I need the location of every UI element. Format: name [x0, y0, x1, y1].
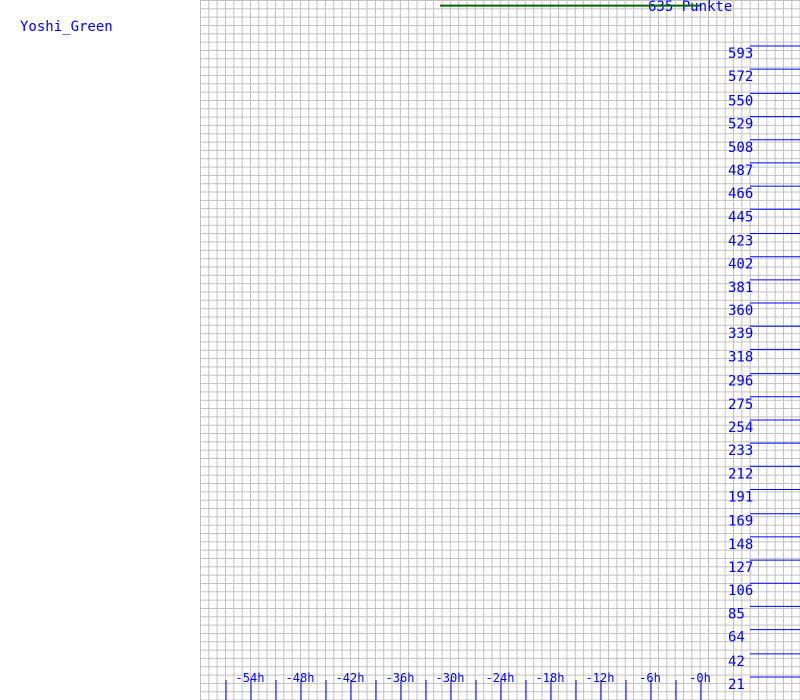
- points-chart: 635 Punkte 593 572 550 529 508 487 466 445 423 40…: [225, 0, 800, 700]
- y-tick-label: 339: [728, 326, 753, 342]
- y-tick-label: 85: [728, 606, 745, 622]
- y-tick-label: 508: [728, 140, 753, 156]
- x-tick-label: -6h: [639, 671, 661, 685]
- y-tick-label: 360: [728, 303, 753, 319]
- y-tick-label: 169: [728, 514, 753, 530]
- y-tick-label: 402: [728, 257, 753, 273]
- y-tick-label: 191: [728, 489, 753, 505]
- y-tick-label: 21: [728, 677, 745, 693]
- y-tick-label: 423: [728, 234, 753, 250]
- y-tick-label: 487: [728, 163, 753, 179]
- chart-title: 635 Punkte: [648, 0, 732, 15]
- x-tick-label: -18h: [536, 671, 565, 685]
- y-tick-label: 106: [728, 583, 753, 599]
- y-tick-label: 212: [728, 466, 753, 482]
- y-tick-label: 233: [728, 443, 753, 459]
- x-tick-label: -12h: [586, 671, 615, 685]
- y-tick-label: 42: [728, 654, 745, 670]
- y-tick-label: 148: [728, 537, 753, 553]
- y-tick-label: 529: [728, 117, 753, 133]
- y-tick-label: 275: [728, 397, 753, 413]
- y-tick-label: 318: [728, 349, 753, 365]
- y-tick-label: 254: [728, 420, 753, 436]
- y-tick-label: 127: [728, 560, 753, 576]
- x-tick-label: -0h: [689, 671, 711, 685]
- x-tick-label: -24h: [486, 671, 515, 685]
- x-tick-label: -42h: [336, 671, 365, 685]
- y-tick-label: 381: [728, 280, 753, 296]
- y-tick-label: 466: [728, 186, 753, 202]
- x-tick-label: -36h: [386, 671, 415, 685]
- y-tick-label: 445: [728, 209, 753, 225]
- y-tick-label: 593: [728, 46, 753, 62]
- x-tick-label: -30h: [436, 671, 465, 685]
- x-tick-label: -54h: [236, 671, 265, 685]
- x-tick-label: -48h: [286, 671, 315, 685]
- y-tick-label: 550: [728, 93, 753, 109]
- y-tick-label: 64: [728, 630, 745, 646]
- y-tick-label: 296: [728, 374, 753, 390]
- y-tick-label: 572: [728, 69, 753, 85]
